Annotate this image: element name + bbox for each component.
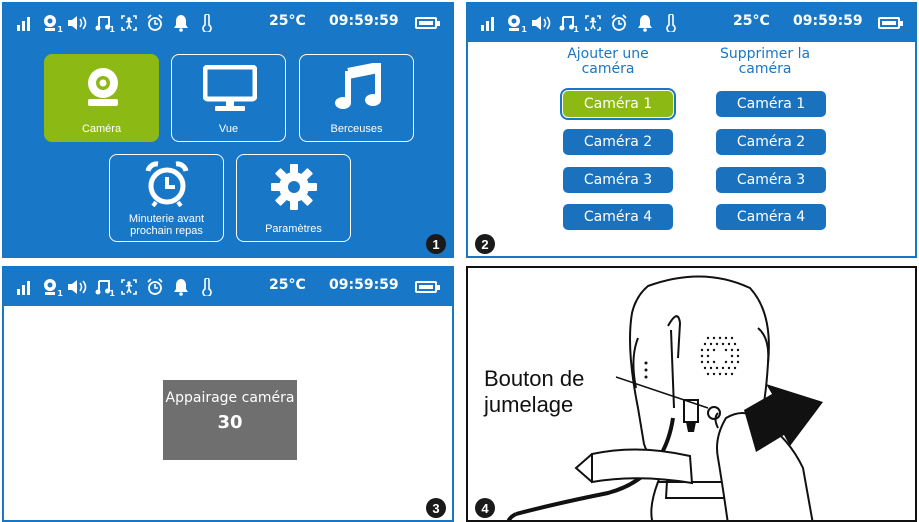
clock-readout: 09:59:59 <box>329 13 399 29</box>
menu-tile-lullabies[interactable]: Berceuses <box>299 54 414 142</box>
battery-icon <box>878 17 903 29</box>
camera-icon: 1 <box>504 12 527 34</box>
pairing-countdown: 30 <box>217 412 243 433</box>
pairing-dialog: Appairage caméra 30 <box>163 380 297 460</box>
music-index: 1 <box>573 25 579 34</box>
step-number-badge: 4 <box>475 498 495 518</box>
step-number-badge: 3 <box>426 498 446 518</box>
clock-readout: 09:59:59 <box>329 277 399 293</box>
music-icon: 1 <box>92 12 115 34</box>
remove-camera-4-button[interactable]: Caméra 4 <box>716 204 826 230</box>
clock-readout: 09:59:59 <box>793 13 863 29</box>
gear-icon <box>271 164 317 210</box>
camera-index: 1 <box>57 289 63 298</box>
bell-icon <box>170 276 191 298</box>
music-note-icon <box>335 63 381 109</box>
remove-camera-2-button[interactable]: Caméra 2 <box>716 129 826 155</box>
music-icon: 1 <box>556 12 579 34</box>
thermometer-icon <box>196 12 217 34</box>
pairing-button <box>707 406 721 420</box>
vox-icon <box>118 276 139 298</box>
music-index: 1 <box>109 25 115 34</box>
status-bar: 1 1 25°C 09:59:59 <box>468 4 915 42</box>
battery-icon <box>415 281 440 293</box>
thermometer-icon <box>196 276 217 298</box>
add-camera-4-button[interactable]: Caméra 4 <box>563 204 673 230</box>
add-camera-1-button[interactable]: Caméra 1 <box>560 88 676 120</box>
camera-index: 1 <box>57 25 63 34</box>
vox-icon <box>582 12 603 34</box>
menu-tile-label: Paramètres <box>265 223 322 235</box>
alarm-clock-icon <box>145 161 189 207</box>
menu-tile-label: Berceuses <box>330 123 383 135</box>
step-number-badge: 1 <box>426 234 446 254</box>
camera-icon <box>88 68 118 106</box>
volume-icon <box>66 276 87 298</box>
alarm-icon <box>144 276 165 298</box>
vox-icon <box>118 12 139 34</box>
pairing-button-label: Bouton de jumelage <box>484 366 585 417</box>
bell-icon <box>170 12 191 34</box>
menu-tile-camera[interactable]: Caméra <box>44 54 159 142</box>
add-camera-2-button[interactable]: Caméra 2 <box>563 129 673 155</box>
add-camera-header: Ajouter une caméra <box>567 46 649 77</box>
signal-icon <box>478 12 499 34</box>
menu-tile-label: Minuterie avant prochain repas <box>128 213 205 237</box>
screen-camera-management: 1 1 25°C 09:59:59 Ajouter une caméra Sup… <box>466 2 917 258</box>
alarm-icon <box>608 12 629 34</box>
menu-tile-settings[interactable]: Paramètres <box>236 154 351 242</box>
screen-pairing: 1 1 25°C 09:59:59 Appairage caméra 30 3 <box>2 266 454 522</box>
remove-camera-1-button[interactable]: Caméra 1 <box>716 91 826 117</box>
signal-icon <box>14 276 35 298</box>
monitor-icon <box>203 65 257 111</box>
bell-icon <box>634 12 655 34</box>
add-camera-3-button[interactable]: Caméra 3 <box>563 167 673 193</box>
music-icon: 1 <box>92 276 115 298</box>
remove-camera-header: Supprimer la caméra <box>719 46 811 77</box>
temperature-readout: 25°C <box>269 13 306 29</box>
pairing-button-illustration: Bouton de jumelage 4 <box>466 266 917 522</box>
pairing-title: Appairage caméra <box>165 390 295 406</box>
camera-index: 1 <box>521 25 527 34</box>
temperature-readout: 25°C <box>733 13 770 29</box>
volume-icon <box>530 12 551 34</box>
step-number-badge: 2 <box>475 234 495 254</box>
status-bar: 1 1 25°C 09:59:59 <box>4 268 452 306</box>
status-bar: 1 1 25°C 09:59:59 <box>4 4 452 42</box>
camera-icon: 1 <box>40 276 63 298</box>
menu-tile-view[interactable]: Vue <box>171 54 286 142</box>
menu-tile-feeding-timer[interactable]: Minuterie avant prochain repas <box>109 154 224 242</box>
menu-tile-label: Vue <box>218 123 239 135</box>
screen-main-menu: 1 1 25°C 09:59:59 Caméra Vue Berceuses M… <box>2 2 454 258</box>
volume-icon <box>66 12 87 34</box>
camera-icon: 1 <box>40 12 63 34</box>
remove-camera-3-button[interactable]: Caméra 3 <box>716 167 826 193</box>
music-index: 1 <box>109 289 115 298</box>
battery-icon <box>415 17 440 29</box>
temperature-readout: 25°C <box>269 277 306 293</box>
thermometer-icon <box>660 12 681 34</box>
signal-icon <box>14 12 35 34</box>
alarm-icon <box>144 12 165 34</box>
menu-tile-label: Caméra <box>81 123 122 135</box>
